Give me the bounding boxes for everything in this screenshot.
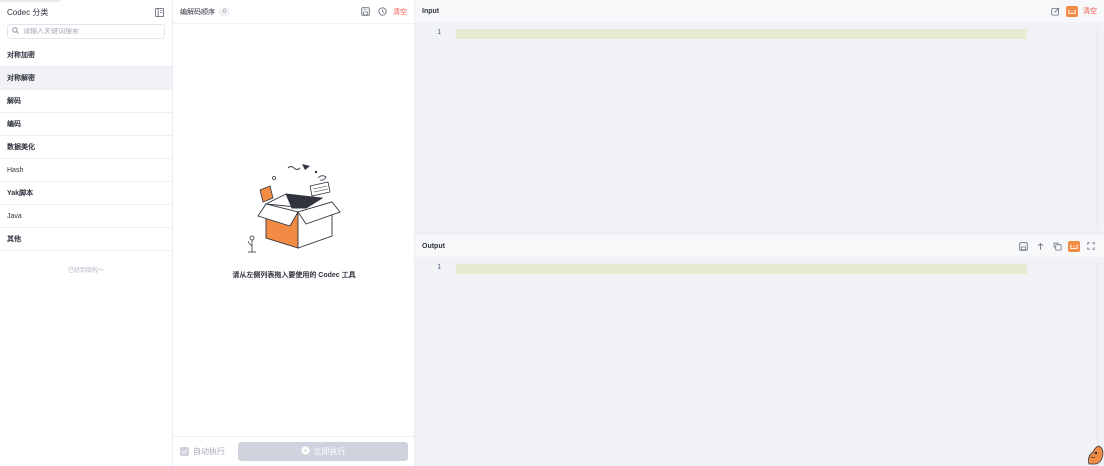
search-box bbox=[7, 24, 165, 39]
upload-icon[interactable] bbox=[1034, 240, 1046, 252]
auto-run-checkbox[interactable] bbox=[180, 447, 189, 456]
empty-box-illustration bbox=[244, 160, 344, 262]
auto-run-label: 自动执行 bbox=[193, 447, 225, 456]
search-icon bbox=[12, 27, 19, 36]
codec-sidebar: Codec 分类 对称加密 对称解密 解码 编码 数据美化 Hash Yak脚本… bbox=[0, 0, 173, 466]
run-now-button[interactable]: 立即执行 bbox=[238, 442, 408, 461]
category-list: 对称加密 对称解密 解码 编码 数据美化 Hash Yak脚本 Java 其他 bbox=[0, 44, 172, 251]
codec-order-title-wrap: 编解码顺序 0 bbox=[180, 7, 231, 17]
run-now-label: 立即执行 bbox=[313, 447, 346, 456]
input-actions: 清空 bbox=[1049, 5, 1097, 17]
output-current-line bbox=[456, 264, 1027, 274]
output-editor[interactable]: 1 bbox=[415, 257, 1104, 466]
history-icon[interactable] bbox=[376, 6, 388, 18]
category-item-symmetric-encrypt[interactable]: 对称加密 bbox=[0, 44, 172, 67]
empty-state: 请从左侧列表拖入要使用的 Codec 工具 bbox=[173, 160, 415, 280]
input-editor[interactable]: 1 bbox=[415, 22, 1104, 232]
input-title: Input bbox=[422, 7, 440, 15]
auto-run-toggle[interactable]: 自动执行 bbox=[180, 446, 225, 457]
input-current-line bbox=[456, 29, 1027, 39]
list-end-text: 已经到底啦～ bbox=[67, 268, 104, 274]
input-line-number: 1 bbox=[437, 28, 442, 36]
codec-order-actions: 清空 bbox=[359, 6, 407, 18]
copy-icon[interactable] bbox=[1051, 240, 1063, 252]
category-item-decode[interactable]: 解码 bbox=[0, 90, 172, 113]
output-header: Output bbox=[415, 235, 1104, 257]
output-save-icon[interactable] bbox=[1017, 240, 1029, 252]
codec-order-footer: 自动执行 立即执行 bbox=[173, 436, 415, 466]
category-item-encode[interactable]: 编码 bbox=[0, 113, 172, 136]
clear-input-button[interactable]: 清空 bbox=[1083, 6, 1097, 16]
output-word-wrap-icon[interactable] bbox=[1068, 240, 1080, 252]
word-wrap-icon[interactable] bbox=[1066, 5, 1078, 17]
sidebar-title: Codec 分类 bbox=[7, 7, 49, 17]
category-item-yak-script[interactable]: Yak脚本 bbox=[0, 182, 172, 205]
input-panel: Input 清空 1 bbox=[415, 0, 1104, 232]
clear-codec-button[interactable]: 清空 bbox=[393, 7, 407, 17]
search-input[interactable] bbox=[23, 28, 153, 35]
empty-state-text: 请从左侧列表拖入要使用的 Codec 工具 bbox=[232, 272, 356, 279]
sidebar-header: Codec 分类 bbox=[0, 0, 172, 24]
codec-order-title: 编解码顺序 bbox=[180, 8, 215, 16]
output-panel: Output 1 bbox=[415, 235, 1104, 466]
codec-order-header: 编解码顺序 0 清空 bbox=[173, 0, 414, 24]
output-actions bbox=[1017, 240, 1097, 252]
collapse-sidebar-icon[interactable] bbox=[153, 6, 165, 18]
play-icon bbox=[300, 446, 310, 457]
save-icon[interactable] bbox=[359, 6, 371, 18]
edit-icon[interactable] bbox=[1049, 5, 1061, 17]
codec-app: Codec 分类 对称加密 对称解密 解码 编码 数据美化 Hash Yak脚本… bbox=[0, 0, 1104, 466]
category-item-java[interactable]: Java bbox=[0, 205, 172, 228]
codec-order-panel: 编解码顺序 0 清空 请从左侧列表拖入要使用的 Codec 工具 自动执行 立即… bbox=[173, 0, 415, 466]
io-area: Input 清空 1 Output 1 bbox=[415, 0, 1104, 466]
input-header: Input 清空 bbox=[415, 0, 1104, 22]
output-line-number: 1 bbox=[437, 263, 442, 271]
codec-count-badge: 0 bbox=[219, 7, 231, 16]
category-item-beautify[interactable]: 数据美化 bbox=[0, 136, 172, 159]
output-title: Output bbox=[422, 242, 445, 250]
mascot-icon[interactable] bbox=[1086, 444, 1104, 466]
input-scrollbar[interactable] bbox=[1097, 28, 1098, 228]
top-accent-bar bbox=[0, 0, 60, 2]
fullscreen-icon[interactable] bbox=[1085, 240, 1097, 252]
category-item-other[interactable]: 其他 bbox=[0, 228, 172, 251]
category-item-symmetric-decrypt[interactable]: 对称解密 bbox=[0, 67, 172, 90]
output-scrollbar[interactable] bbox=[1097, 263, 1098, 459]
category-item-hash[interactable]: Hash bbox=[0, 159, 172, 182]
